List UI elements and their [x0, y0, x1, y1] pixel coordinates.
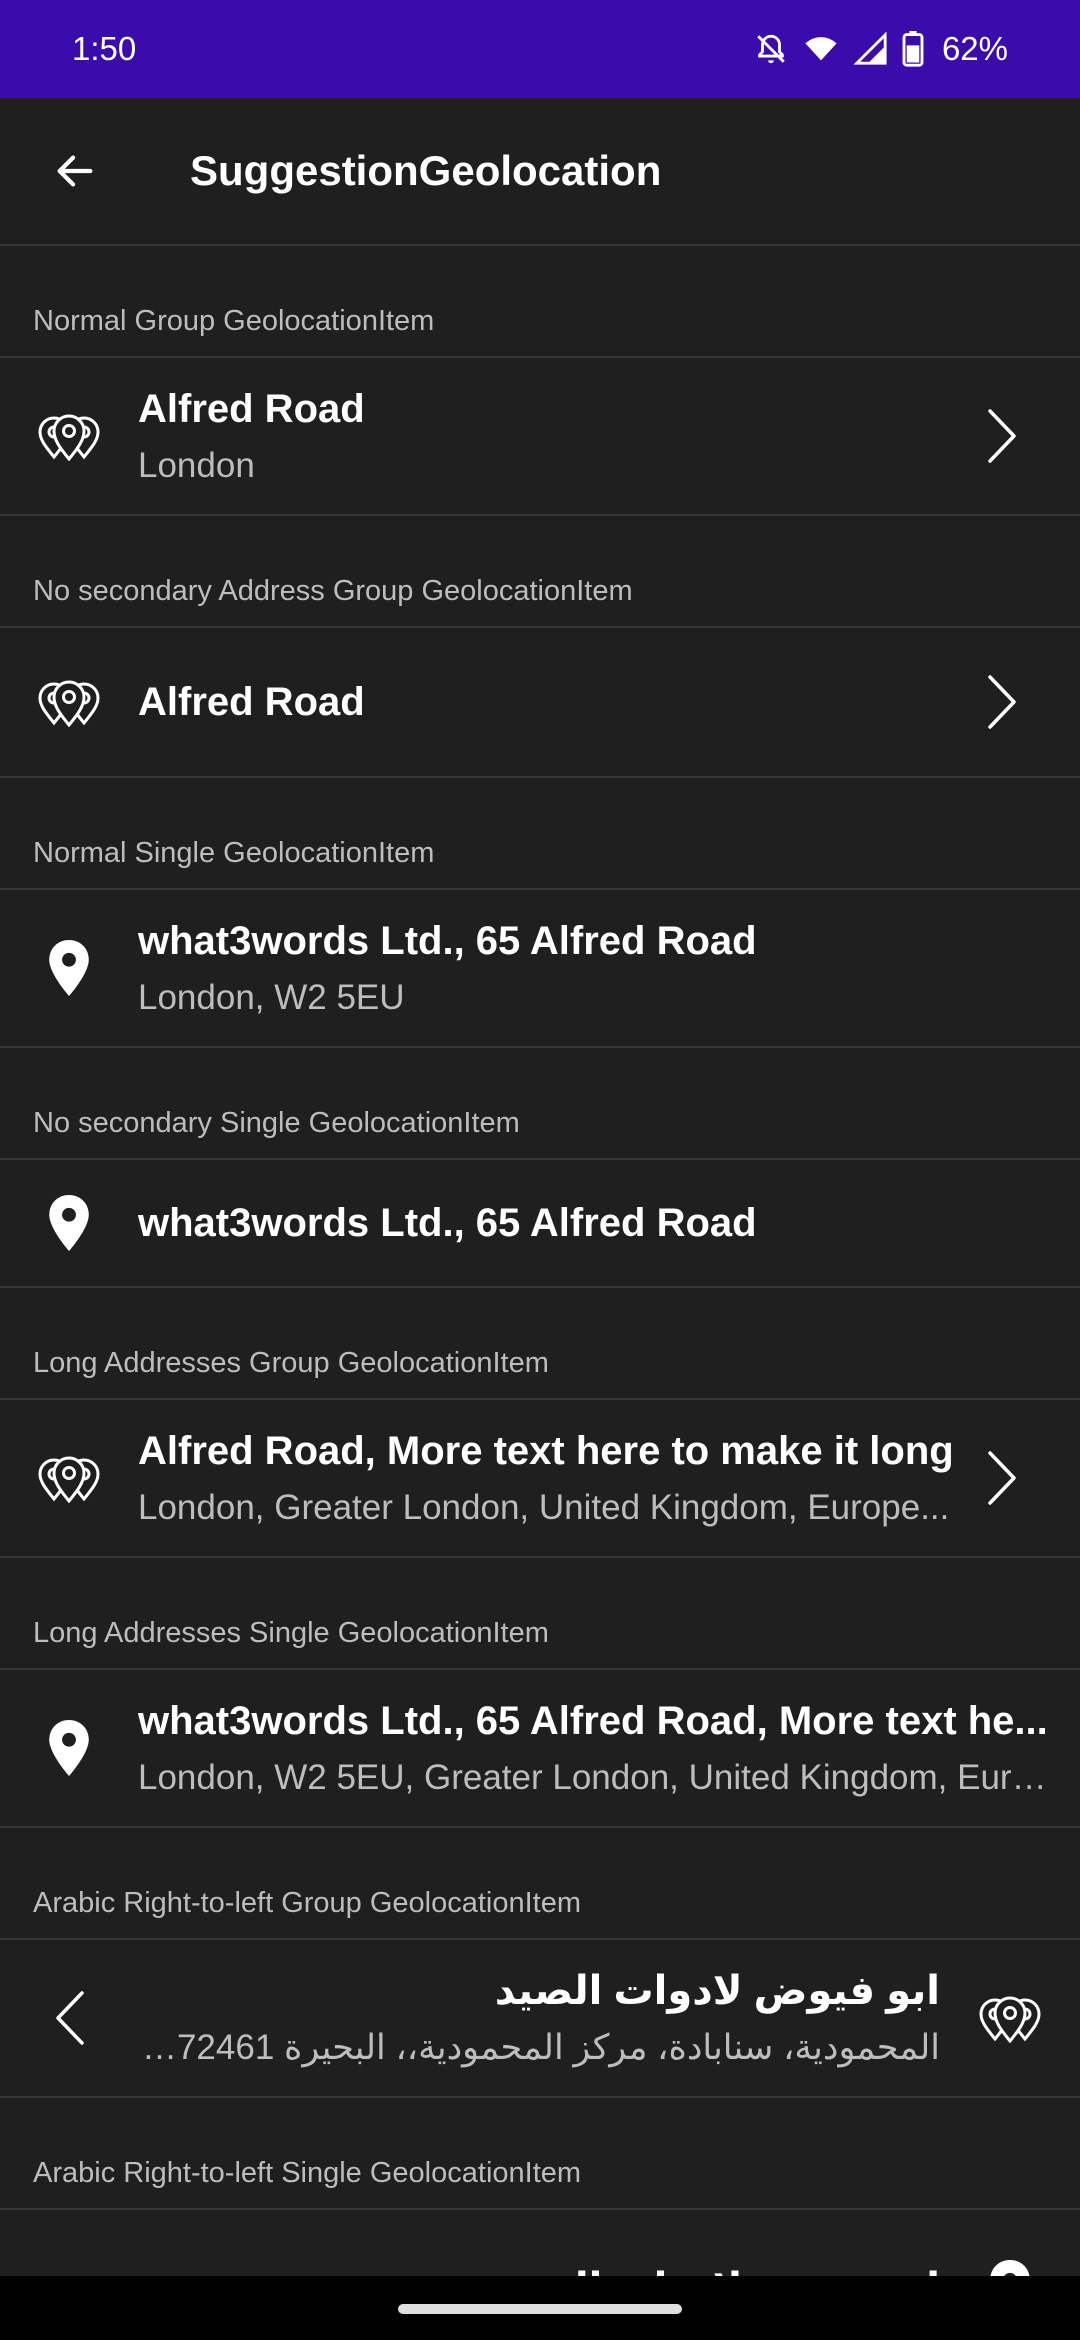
chevron-right-icon	[988, 409, 1016, 463]
primary-address: Alfred Road	[138, 679, 365, 724]
location-pin-icon	[49, 1195, 89, 1251]
multi-pin-icon	[38, 1456, 100, 1503]
arrow-back-icon	[57, 155, 93, 187]
status-time: 1:50	[72, 30, 137, 67]
chevron-right-icon	[988, 1451, 1016, 1505]
primary-address: what3words Ltd., 65 Alfred Road, More te…	[138, 1698, 1048, 1743]
primary-address: what3words Ltd., 65 Alfred Road	[138, 1200, 757, 1245]
bell-off-icon	[757, 34, 785, 64]
single-geolocation-item[interactable]: what3words Ltd., 65 Alfred Road, More te…	[0, 1670, 1080, 1828]
back-button[interactable]	[0, 97, 150, 245]
section-header: Arabic Right-to-left Single GeolocationI…	[0, 2098, 1080, 2210]
primary-address: Alfred Road, More text here to make it l…	[138, 1428, 954, 1473]
section-header: Normal Single GeolocationItem	[0, 778, 1080, 890]
secondary-address: London, W2 5EU, Greater London, United K…	[138, 1757, 1050, 1797]
wifi-icon	[805, 37, 837, 61]
section-header: Normal Group GeolocationItem	[0, 246, 1080, 358]
primary-address: Alfred Road	[138, 386, 365, 431]
page-title: SuggestionGeolocation	[190, 147, 662, 194]
primary-address: what3words Ltd., 65 Alfred Road	[138, 918, 757, 963]
app-bar: SuggestionGeolocation	[0, 98, 1080, 246]
group-geolocation-item[interactable]: Alfred Road	[0, 628, 1080, 778]
section-header: Long Addresses Group GeolocationItem	[0, 1288, 1080, 1400]
multi-pin-icon	[38, 680, 100, 727]
location-pin-icon	[49, 940, 89, 996]
secondary-address: London, W2 5EU	[138, 977, 405, 1017]
group-geolocation-item[interactable]: Alfred Road London	[0, 358, 1080, 516]
chevron-right-icon	[988, 675, 1016, 729]
location-pin-icon	[49, 1720, 89, 1776]
primary-address: ابو فيوض لادوات الصيد	[494, 1969, 940, 2013]
secondary-address: London	[138, 445, 255, 485]
multi-pin-icon	[38, 414, 100, 461]
battery-percentage: 62%	[941, 30, 1008, 67]
single-geolocation-item[interactable]: what3words Ltd., 65 Alfred Road London, …	[0, 890, 1080, 1048]
home-handle[interactable]	[398, 2304, 682, 2314]
secondary-address: London, Greater London, United Kingdom, …	[138, 1487, 950, 1527]
single-geolocation-item[interactable]: what3words Ltd., 65 Alfred Road	[0, 1160, 1080, 1288]
suggestion-list: Normal Group GeolocationItem Alfred Road…	[0, 246, 1080, 2340]
gesture-navigation-bar	[0, 2276, 1080, 2340]
section-header: Long Addresses Single GeolocationItem	[0, 1558, 1080, 1670]
multi-pin-icon	[979, 1996, 1041, 2043]
section-header: No secondary Single GeolocationItem	[0, 1048, 1080, 1160]
status-icons: 62%	[754, 30, 1008, 68]
group-geolocation-item-rtl[interactable]: ابو فيوض لادوات الصيد المحمودية، سنابادة…	[0, 1940, 1080, 2098]
cellular-signal-icon	[853, 32, 887, 65]
section-header: Arabic Right-to-left Group GeolocationIt…	[0, 1828, 1080, 1940]
secondary-address: المحمودية، سنابادة، مركز المحمودية،، الب…	[140, 2028, 940, 2067]
status-bar: 1:50 62%	[0, 0, 1080, 98]
group-geolocation-item[interactable]: Alfred Road, More text here to make it l…	[0, 1400, 1080, 1558]
section-header: No secondary Address Group GeolocationIt…	[0, 516, 1080, 628]
chevron-left-icon	[56, 1991, 84, 2045]
battery-icon	[902, 31, 924, 67]
